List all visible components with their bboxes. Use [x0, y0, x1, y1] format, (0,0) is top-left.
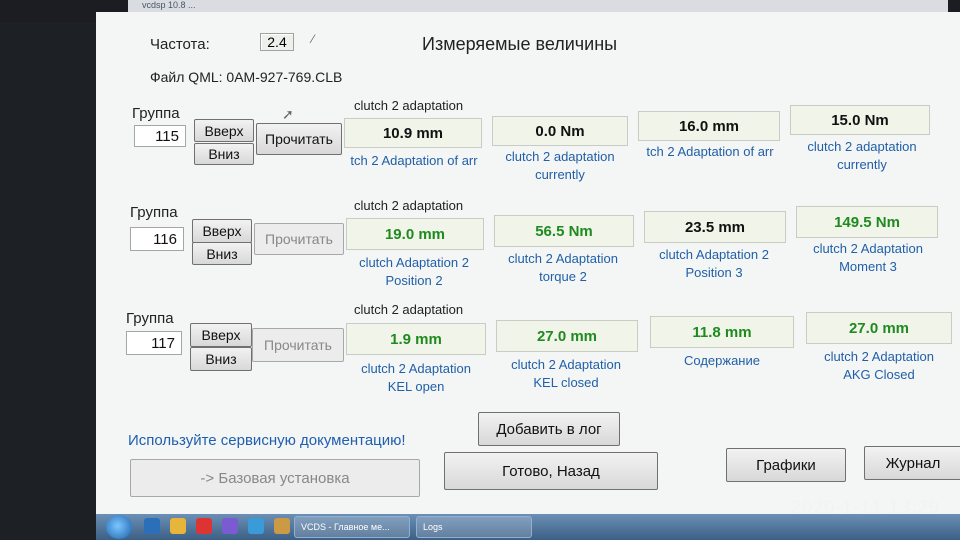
add-to-log-button[interactable]: Добавить в лог — [478, 412, 620, 446]
journal-button[interactable]: Журнал — [864, 446, 960, 480]
group-number-input[interactable]: 117 — [126, 331, 182, 355]
group-number-input[interactable]: 115 — [134, 125, 186, 147]
value-caption: tch 2 Adaptation of arr — [646, 144, 774, 159]
value-field: 19.0 mm — [346, 218, 484, 250]
measuring-values-window: Частота: 2.4 ⁄ Измеряемые величины Файл … — [96, 12, 960, 520]
qml-file-label: Файл QML: 0AM-927-769.CLB — [150, 69, 343, 85]
value-caption: clutch 2 Adaptation KEL closed — [511, 357, 621, 390]
frequency-value: 2.4 — [260, 33, 294, 51]
frequency-label: Частота: — [150, 36, 210, 53]
viber-icon[interactable] — [222, 518, 238, 534]
value-caption: clutch 2 adaptation currently — [807, 139, 917, 172]
value-caption: clutch 2 adaptation currently — [505, 149, 615, 182]
value-field: 27.0 mm — [496, 320, 638, 352]
field-title: clutch 2 adaptation — [354, 302, 464, 317]
service-documentation-note: Используйте сервисную документацию! — [128, 432, 406, 449]
value-field: 15.0 Nm — [790, 105, 930, 135]
taskbar-item-logs[interactable]: Logs — [416, 516, 532, 538]
basic-setup-button[interactable]: -> Базовая установка — [130, 459, 420, 497]
field-title: clutch 2 adaptation — [354, 98, 464, 113]
group-down-button[interactable]: Вниз — [194, 143, 254, 165]
folder-icon[interactable] — [170, 518, 186, 534]
ie-icon[interactable] — [144, 518, 160, 534]
value-caption: tch 2 Adaptation of arr — [350, 153, 478, 168]
value-caption: clutch 2 Adaptation KEL open — [361, 361, 471, 394]
group-up-button[interactable]: Вверх — [192, 219, 252, 243]
app-icon[interactable] — [248, 518, 264, 534]
value-field: 10.9 mm — [344, 118, 482, 148]
group-up-button[interactable]: Вверх — [190, 323, 252, 347]
group-label: Группа — [130, 204, 178, 221]
group-up-button[interactable]: Вверх — [194, 119, 254, 142]
media-icon[interactable] — [196, 518, 212, 534]
group-down-button[interactable]: Вниз — [190, 347, 252, 371]
group-down-button[interactable]: Вниз — [192, 242, 252, 265]
value-field: 11.8 mm — [650, 316, 794, 348]
read-button[interactable]: Прочитать — [256, 123, 342, 155]
value-field: 56.5 Nm — [494, 215, 634, 247]
group-label: Группа — [132, 105, 180, 122]
window-title: Измеряемые величины — [422, 34, 618, 54]
value-field: 16.0 mm — [638, 111, 780, 141]
value-caption: Содержание — [684, 353, 760, 368]
cursor-mark: ⁄ — [312, 32, 315, 46]
value-caption: clutch 2 Adaptation Moment 3 — [813, 241, 923, 274]
group-number-input[interactable]: 116 — [130, 227, 184, 251]
value-caption: clutch 2 Adaptation AKG Closed — [824, 349, 934, 382]
field-title: clutch 2 adaptation — [354, 198, 464, 213]
read-button[interactable]: Прочитать — [254, 223, 344, 255]
value-caption: clutch Adaptation 2 Position 2 — [359, 255, 469, 288]
graphs-button[interactable]: Графики — [726, 448, 846, 482]
group-label: Группа — [126, 310, 174, 327]
value-field: 27.0 mm — [806, 312, 952, 344]
read-button[interactable]: Прочитать — [252, 328, 344, 362]
done-back-button[interactable]: Готово, Назад — [444, 452, 658, 490]
value-caption: clutch Adaptation 2 Position 3 — [659, 247, 769, 280]
value-field: 149.5 Nm — [796, 206, 938, 238]
value-caption: clutch 2 Adaptation torque 2 — [508, 251, 618, 284]
app-icon[interactable] — [274, 518, 290, 534]
start-orb-icon[interactable] — [106, 515, 132, 539]
mouse-cursor-icon: ➚ — [282, 106, 294, 122]
value-field: 1.9 mm — [346, 323, 486, 355]
value-field: 23.5 mm — [644, 211, 786, 243]
photo-timestamp: 2020-1-11 13:29 — [790, 498, 940, 518]
value-field: 0.0 Nm — [492, 116, 628, 146]
taskbar-item-vcds[interactable]: VCDS - Главное ме... — [294, 516, 410, 538]
